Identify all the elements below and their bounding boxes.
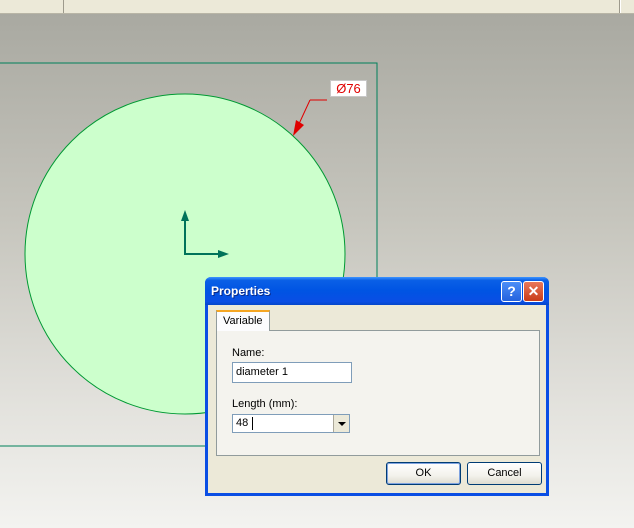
- chevron-down-icon[interactable]: [333, 415, 349, 432]
- toolbar-separator: [620, 0, 621, 13]
- help-button[interactable]: ?: [501, 281, 522, 302]
- help-icon: ?: [507, 283, 516, 299]
- dimension-leader: [297, 99, 311, 127]
- dimension-arrow-icon: [293, 120, 304, 136]
- dialog-titlebar[interactable]: Properties ? ✕: [205, 277, 549, 305]
- tab-variable[interactable]: Variable: [216, 310, 270, 331]
- length-value: 48: [236, 417, 249, 429]
- name-field[interactable]: diameter 1: [232, 362, 352, 383]
- dialog-title: Properties: [211, 284, 271, 298]
- name-label: Name:: [232, 347, 265, 359]
- text-caret: [252, 417, 253, 430]
- toolbar-separator: [63, 0, 64, 13]
- length-combobox[interactable]: 48: [232, 414, 350, 433]
- variable-panel: Name: diameter 1 Length (mm): 48: [216, 330, 540, 456]
- properties-dialog: Properties ? ✕ Variable Name: diameter 1…: [205, 277, 549, 496]
- ok-button[interactable]: OK: [386, 462, 461, 485]
- diameter-dimension-label[interactable]: Ø76: [330, 80, 367, 97]
- close-button[interactable]: ✕: [523, 281, 544, 302]
- cancel-button[interactable]: Cancel: [467, 462, 542, 485]
- length-label: Length (mm):: [232, 398, 298, 410]
- close-icon: ✕: [527, 283, 540, 299]
- top-toolbar: [0, 0, 634, 14]
